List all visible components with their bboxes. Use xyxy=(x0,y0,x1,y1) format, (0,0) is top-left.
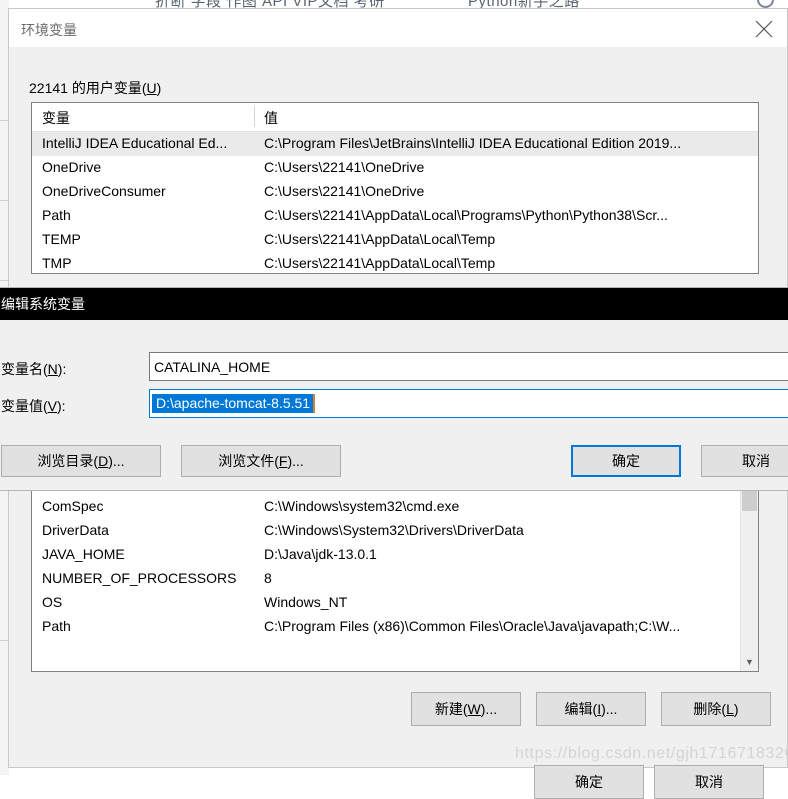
table-row[interactable]: DriverData C:\Windows\System32\Drivers\D… xyxy=(32,519,758,543)
variable-value: C:\Users\22141\OneDrive xyxy=(264,159,425,175)
variable-value: C:\Users\22141\AppData\Local\Programs\Py… xyxy=(264,207,668,223)
table-row[interactable]: OS Windows_NT xyxy=(32,591,758,615)
table-row[interactable]: OneDrive C:\Users\22141\OneDrive xyxy=(32,156,758,180)
edit-dialog-titlebar: 编辑系统变量 xyxy=(0,288,788,320)
variable-value: 8 xyxy=(264,570,272,586)
variable-name: Path xyxy=(42,618,71,634)
delete-button[interactable]: 删除(L) xyxy=(661,692,771,726)
table-row[interactable]: IntelliJ IDEA Educational Ed... C:\Progr… xyxy=(32,132,758,156)
chevron-down-icon[interactable]: ▼ xyxy=(741,654,758,671)
system-variables-list[interactable]: ComSpec C:\Windows\system32\cmd.exe Driv… xyxy=(31,490,759,672)
variable-value: C:\Users\22141\AppData\Local\Temp xyxy=(264,231,496,247)
variable-name: TEMP xyxy=(42,231,81,247)
variable-name: DriverData xyxy=(42,522,109,538)
window-titlebar: 环境变量 xyxy=(9,9,787,47)
variable-name: NUMBER_OF_PROCESSORS xyxy=(42,570,237,586)
column-header-variable[interactable]: 变量 xyxy=(42,108,70,128)
variable-name: JAVA_HOME xyxy=(42,546,125,562)
user-variables-rows: IntelliJ IDEA Educational Ed... C:\Progr… xyxy=(32,132,758,273)
variable-value: C:\Program Files (x86)\Common Files\Orac… xyxy=(264,618,681,634)
browse-file-button[interactable]: 浏览文件(F)... xyxy=(181,445,341,477)
variable-name: OS xyxy=(42,594,63,610)
table-row[interactable]: Path C:\Program Files (x86)\Common Files… xyxy=(32,615,758,639)
variable-name: ComSpec xyxy=(42,498,104,514)
table-row[interactable]: ComSpec C:\Windows\system32\cmd.exe xyxy=(32,495,758,519)
edit-dialog-title: 编辑系统变量 xyxy=(1,296,85,312)
variable-name: OneDriveConsumer xyxy=(42,183,166,199)
column-header-value[interactable]: 值 xyxy=(264,108,278,128)
variable-value: C:\Users\22141\AppData\Local\Temp xyxy=(264,255,496,271)
variable-value: D:\Java\jdk-13.0.1 xyxy=(264,546,377,562)
close-icon xyxy=(755,20,773,38)
close-button[interactable] xyxy=(741,9,787,47)
text-caret xyxy=(313,394,316,413)
variable-value: C:\Program Files\JetBrains\IntelliJ IDEA… xyxy=(264,135,682,151)
table-row[interactable]: TMP C:\Users\22141\AppData\Local\Temp xyxy=(32,252,758,273)
edit-dialog-cancel-button[interactable]: 取消 xyxy=(701,445,788,477)
variable-name: IntelliJ IDEA Educational Ed... xyxy=(42,135,228,151)
user-variables-header-row: 变量 值 xyxy=(32,103,758,132)
user-variables-list[interactable]: 变量 值 IntelliJ IDEA Educational Ed... C:\… xyxy=(31,102,759,274)
search-icon xyxy=(757,0,774,8)
ok-button[interactable]: 确定 xyxy=(534,765,644,799)
system-variables-rows: ComSpec C:\Windows\system32\cmd.exe Driv… xyxy=(32,491,758,639)
edit-dialog-ok-button[interactable]: 确定 xyxy=(571,445,681,477)
table-row[interactable]: NUMBER_OF_PROCESSORS 8 xyxy=(32,567,758,591)
variable-value: C:\Windows\System32\Drivers\DriverData xyxy=(264,522,524,538)
table-row[interactable]: OneDriveConsumer C:\Users\22141\OneDrive xyxy=(32,180,758,204)
browse-directory-button[interactable]: 浏览目录(D)... xyxy=(1,445,161,477)
system-list-scrollbar[interactable]: ▼ xyxy=(740,491,758,671)
table-row[interactable]: Path C:\Users\22141\AppData\Local\Progra… xyxy=(32,204,758,228)
edit-button[interactable]: 编辑(I)... xyxy=(536,692,646,726)
variable-name-label: 变量名(N): xyxy=(1,361,67,377)
edit-system-variable-dialog: 编辑系统变量 变量名(N): 变量值(V): D:\apache-tomcat-… xyxy=(0,287,788,491)
variable-value: C:\Windows\system32\cmd.exe xyxy=(264,498,460,514)
page-title: 环境变量 xyxy=(21,22,77,38)
variable-value-label: 变量值(V): xyxy=(1,398,66,414)
variable-value-selected-text: D:\apache-tomcat-8.5.51 xyxy=(152,393,314,414)
column-divider xyxy=(254,106,255,127)
variable-name: OneDrive xyxy=(42,159,102,175)
variable-value-input[interactable]: D:\apache-tomcat-8.5.51 xyxy=(149,389,788,418)
user-variables-label: 22141 的用户变量(U) xyxy=(29,80,162,96)
scrollbar-thumb[interactable] xyxy=(742,491,757,511)
variable-name-input[interactable] xyxy=(149,352,788,381)
variable-name: TMP xyxy=(42,255,72,271)
new-button[interactable]: 新建(W)... xyxy=(411,692,521,726)
table-row[interactable]: TEMP C:\Users\22141\AppData\Local\Temp xyxy=(32,228,758,252)
variable-name: Path xyxy=(42,207,71,223)
variable-value: C:\Users\22141\OneDrive xyxy=(264,183,425,199)
variable-value: Windows_NT xyxy=(264,594,348,610)
cancel-button[interactable]: 取消 xyxy=(654,765,764,799)
table-row[interactable]: JAVA_HOME D:\Java\jdk-13.0.1 xyxy=(32,543,758,567)
